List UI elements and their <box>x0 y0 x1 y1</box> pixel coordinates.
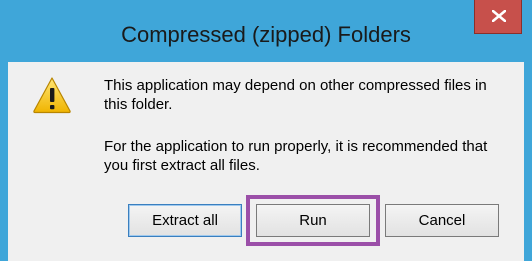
run-button[interactable]: Run <box>256 204 370 237</box>
dialog-body: This application may depend on other com… <box>8 62 524 261</box>
dialog-window: Compressed (zipped) Folders This applica… <box>0 0 532 261</box>
window-title: Compressed (zipped) Folders <box>121 22 411 47</box>
close-icon <box>492 10 506 22</box>
extract-all-button[interactable]: Extract all <box>128 204 242 237</box>
message-secondary: For the application to run properly, it … <box>104 138 488 174</box>
title-bar[interactable]: Compressed (zipped) Folders <box>0 0 532 62</box>
message-primary: This application may depend on other com… <box>104 77 487 113</box>
cancel-button[interactable]: Cancel <box>385 204 499 237</box>
warning-icon <box>33 77 71 114</box>
close-button[interactable] <box>474 0 522 34</box>
